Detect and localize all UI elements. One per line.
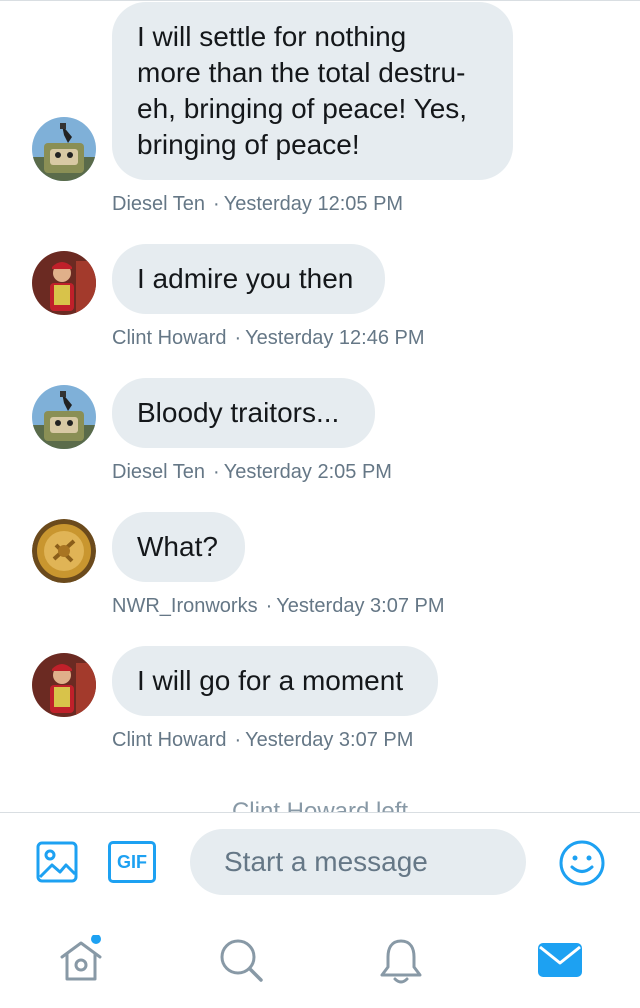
author-name: NWR_Ironworks bbox=[112, 595, 258, 617]
gif-icon[interactable]: GIF bbox=[108, 841, 156, 883]
tab-messages[interactable] bbox=[536, 935, 584, 990]
tab-bar bbox=[0, 913, 640, 1008]
tab-search[interactable] bbox=[216, 935, 266, 990]
message-bubble[interactable]: I will settle for nothing more than the … bbox=[112, 2, 513, 180]
author-name: Clint Howard bbox=[112, 327, 227, 349]
message-bubble[interactable]: Bloody traitors... bbox=[112, 378, 375, 448]
message-meta: NWR_Ironworks · Yesterday 3:07 PM bbox=[112, 595, 445, 618]
timestamp: Yesterday 3:07 PM bbox=[276, 595, 445, 617]
notifications-icon bbox=[380, 939, 422, 984]
timestamp: Yesterday 12:05 PM bbox=[223, 193, 404, 215]
message-meta: Clint Howard · Yesterday 3:07 PM bbox=[112, 729, 413, 752]
message-meta: Clint Howard · Yesterday 12:46 PM bbox=[112, 327, 425, 350]
messages-icon bbox=[538, 943, 582, 977]
conversation-left-notice: Clint Howard left bbox=[231, 798, 409, 812]
nwr-ironworks-avatar[interactable] bbox=[32, 519, 96, 583]
meta-separator: · bbox=[234, 729, 242, 751]
timestamp: Yesterday 12:46 PM bbox=[245, 327, 425, 349]
meta-separator: · bbox=[213, 461, 220, 483]
message-meta: Diesel Ten · Yesterday 12:05 PM bbox=[112, 193, 403, 216]
message-thread[interactable]: I will settle for nothing more than the … bbox=[0, 0, 640, 812]
tab-notifications[interactable] bbox=[376, 935, 426, 990]
timestamp: Yesterday 3:07 PM bbox=[245, 729, 414, 751]
clint-howard-avatar[interactable] bbox=[32, 251, 96, 315]
author-name: Diesel Ten bbox=[112, 461, 206, 483]
timestamp: Yesterday 2:05 PM bbox=[223, 461, 392, 483]
message-input[interactable] bbox=[190, 829, 526, 895]
message-bubble[interactable]: What? bbox=[112, 512, 245, 582]
meta-separator: · bbox=[213, 193, 220, 215]
emoji-icon[interactable] bbox=[558, 839, 606, 892]
diesel-ten-avatar[interactable] bbox=[32, 385, 96, 449]
image-icon[interactable] bbox=[36, 841, 78, 888]
author-name: Clint Howard bbox=[112, 729, 227, 751]
diesel-ten-avatar[interactable] bbox=[32, 117, 96, 181]
message-bubble[interactable]: I will go for a moment bbox=[112, 646, 438, 716]
home-icon bbox=[60, 934, 102, 981]
meta-separator: · bbox=[234, 327, 242, 349]
author-name: Diesel Ten bbox=[112, 193, 206, 215]
search-icon bbox=[220, 939, 263, 982]
message-bubble[interactable]: I admire you then bbox=[112, 244, 385, 314]
message-meta: Diesel Ten · Yesterday 2:05 PM bbox=[112, 461, 392, 484]
home-badge bbox=[91, 934, 101, 944]
clint-howard-avatar[interactable] bbox=[32, 653, 96, 717]
meta-separator: · bbox=[265, 595, 273, 617]
tab-home[interactable] bbox=[56, 934, 106, 990]
message-composer: GIF bbox=[0, 813, 640, 913]
